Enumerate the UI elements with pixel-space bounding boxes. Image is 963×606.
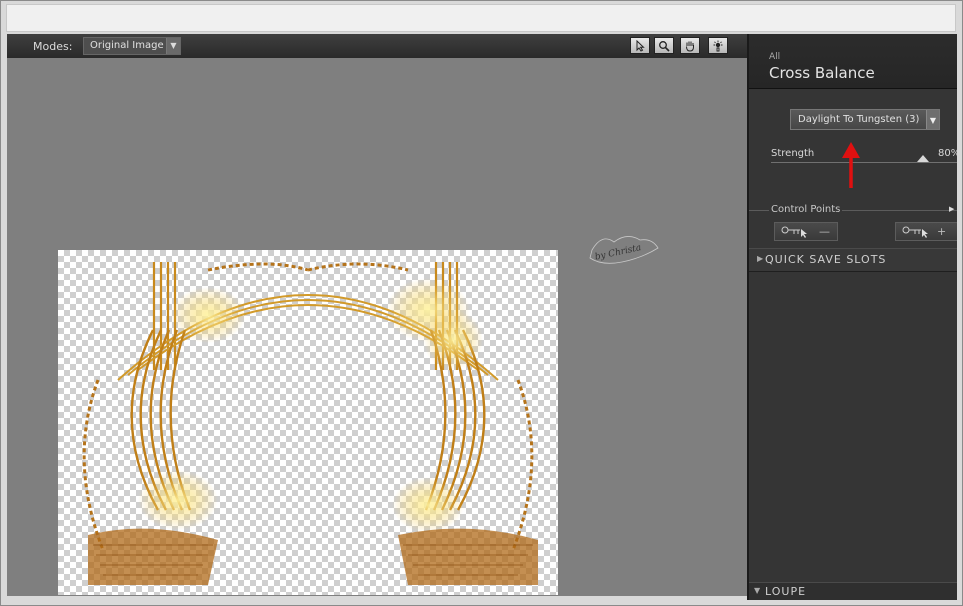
light-tool-button[interactable] (708, 37, 728, 54)
chevron-right-icon: ▶ (757, 254, 764, 263)
chevron-right-icon[interactable]: ▶ (949, 205, 954, 213)
watermark-text: by Christa (594, 243, 642, 263)
control-point-icon (781, 226, 807, 238)
chevron-down-icon: ▼ (754, 586, 761, 595)
canvas-area[interactable] (7, 58, 747, 596)
hand-icon (686, 41, 694, 52)
title-bar (6, 4, 956, 32)
control-points-label: Control Points (769, 204, 843, 215)
modes-label: Modes: (33, 40, 73, 53)
strength-slider-thumb[interactable] (917, 155, 929, 162)
preset-select-value: Daylight To Tungsten (3) (798, 114, 920, 125)
minus-icon: — (819, 225, 830, 238)
chevron-down-icon: ▼ (926, 110, 939, 129)
light-icon (713, 40, 723, 52)
zoom-icon (659, 41, 670, 52)
image-preview[interactable] (58, 250, 558, 595)
remove-control-point-button[interactable]: — (774, 222, 838, 241)
control-point-icon (902, 226, 928, 238)
add-control-point-button[interactable]: + (895, 222, 957, 241)
strength-slider[interactable] (771, 155, 957, 163)
watermark: by Christa (582, 228, 662, 268)
quick-save-slots-section[interactable]: ▶ QUICK SAVE SLOTS (749, 248, 957, 272)
loupe-label: LOUPE (765, 585, 807, 598)
modes-select[interactable]: Original Image ▼ (83, 37, 181, 55)
quick-save-slots-label: QUICK SAVE SLOTS (765, 253, 887, 266)
canvas-toolbar: Modes: Original Image ▼ (7, 34, 747, 59)
chevron-down-icon: ▼ (166, 38, 180, 54)
arrow-pointer-icon (636, 39, 645, 52)
filter-title: Cross Balance (769, 64, 875, 82)
red-annotation-arrow-icon (842, 142, 860, 188)
filter-side-panel: All Cross Balance Daylight To Tungsten (… (747, 34, 957, 600)
golden-frame-image (82, 262, 538, 585)
modes-select-value: Original Image (90, 40, 164, 51)
loupe-section[interactable]: ▼ LOUPE (749, 582, 957, 600)
hand-tool-button[interactable] (680, 37, 700, 54)
zoom-tool-button[interactable] (654, 37, 674, 54)
arrow-tool-button[interactable] (630, 37, 650, 54)
plus-icon: + (937, 225, 947, 238)
preset-select[interactable]: Daylight To Tungsten (3) ▼ (790, 109, 940, 130)
strength-label: Strength (771, 148, 815, 159)
watermark-signature: by Christa (589, 236, 659, 264)
strength-value: 80% (938, 148, 957, 159)
filter-category: All (769, 52, 781, 62)
side-panel-header: All Cross Balance (749, 34, 957, 89)
